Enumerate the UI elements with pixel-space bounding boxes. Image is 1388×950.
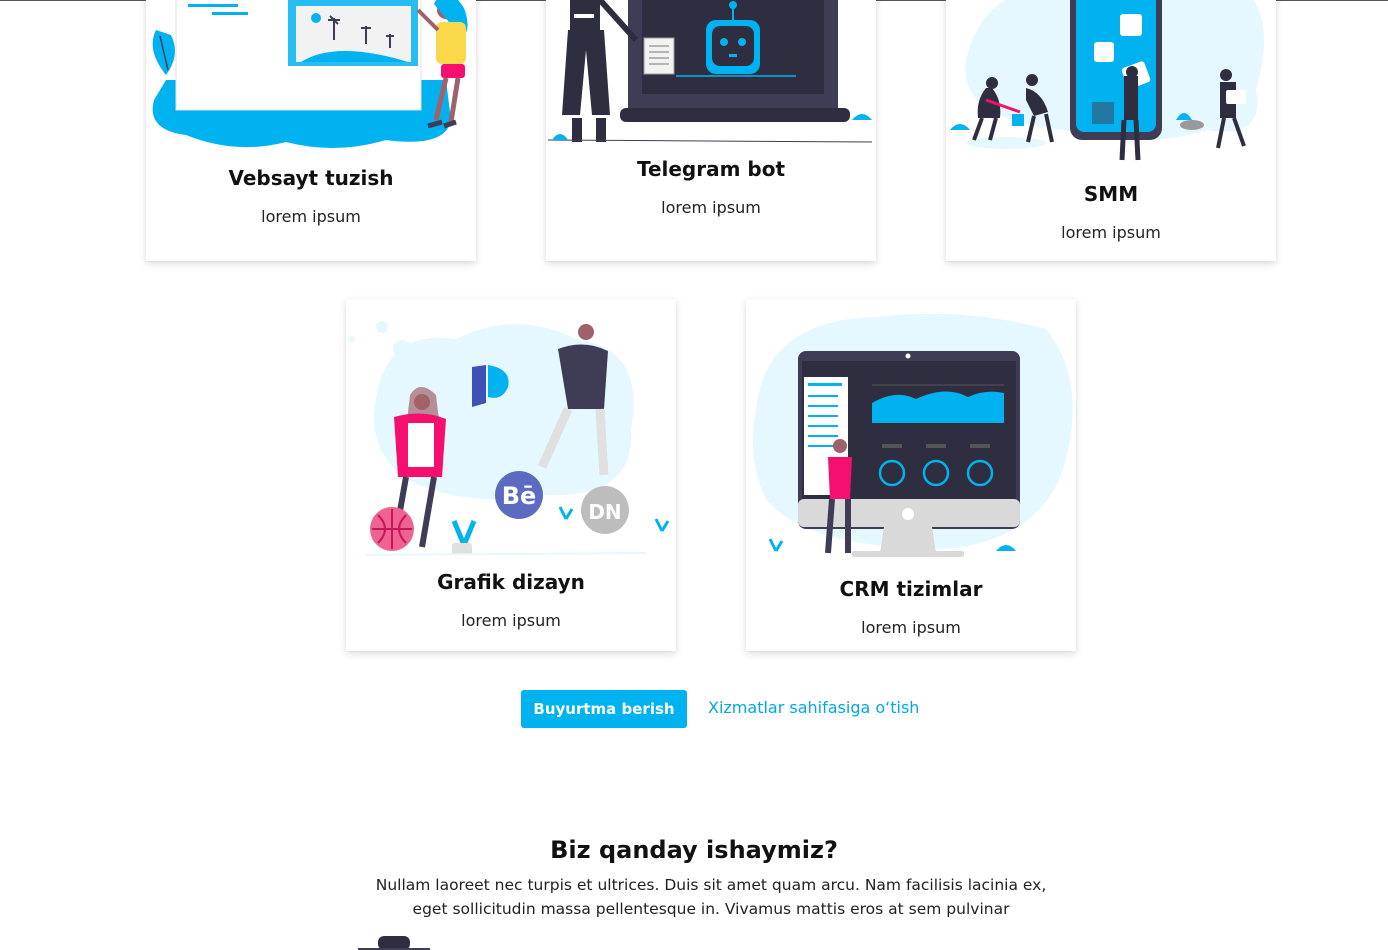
section-title: Biz qanday ishaymiz? — [550, 836, 838, 864]
service-title: Grafik dizayn — [437, 570, 585, 594]
service-subtitle: lorem ipsum — [461, 611, 561, 630]
service-card-smm[interactable]: SMM lorem ipsum — [946, 0, 1276, 261]
service-title: Vebsayt tuzish — [228, 166, 394, 190]
service-card-telegram-bot[interactable]: Telegram bot lorem ipsum — [546, 0, 876, 261]
svg-text:Bē: Bē — [502, 482, 537, 510]
service-subtitle: lorem ipsum — [261, 207, 361, 226]
service-card-website[interactable]: Vebsayt tuzish lorem ipsum — [146, 0, 476, 261]
telegram-bot-illustration — [547, 0, 873, 143]
next-illustration-partial — [358, 936, 430, 950]
service-subtitle: lorem ipsum — [861, 618, 961, 637]
service-card-crm[interactable]: CRM tizimlar lorem ipsum — [746, 299, 1076, 651]
service-title: Telegram bot — [636, 157, 786, 181]
website-building-illustration — [152, 0, 468, 149]
section-description: Nullam laoreet nec turpis et ultrices. D… — [375, 876, 1047, 918]
service-subtitle: lorem ipsum — [661, 198, 761, 217]
order-button[interactable]: Buyurtma berish — [521, 690, 687, 728]
service-card-graphic-design[interactable]: Bē DN Grafik dizayn lorem ipsum — [346, 299, 676, 651]
service-title: CRM tizimlar — [839, 577, 983, 601]
graphic-design-illustration: Bē DN — [349, 321, 670, 556]
svg-text:DN: DN — [588, 500, 621, 524]
crm-dashboard-illustration — [752, 313, 1073, 557]
services-page-link[interactable]: Xizmatlar sahifasiga o‘tish — [708, 698, 919, 717]
service-subtitle: lorem ipsum — [1061, 223, 1161, 242]
social-media-illustration — [950, 0, 1264, 161]
service-title: SMM — [1083, 182, 1139, 206]
